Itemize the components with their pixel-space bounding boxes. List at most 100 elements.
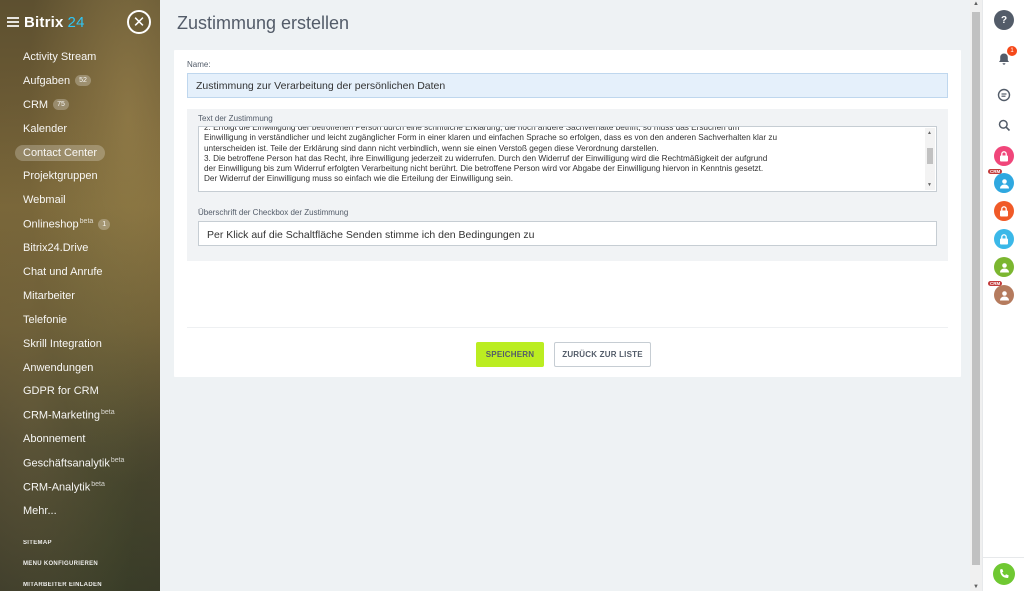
save-button[interactable]: SPEICHERN	[476, 342, 544, 367]
text-section: Text der Zustimmung 2. Erfolgt die Einwi…	[187, 109, 948, 261]
sidebar-item-label: GDPR for CRM	[23, 385, 99, 398]
sidebar-item[interactable]: CRM-Marketingbeta	[0, 403, 160, 427]
chat-button[interactable]	[994, 85, 1014, 105]
sidebar-item[interactable]: Bitrix24.Drive	[0, 236, 160, 260]
sidebar-item-wrapper: Contact Center	[15, 144, 105, 161]
crm-contact-brown-button[interactable]: CRM	[988, 281, 1014, 305]
sidebar-item[interactable]: Kalender	[0, 117, 160, 141]
sidebar-item-label: Webmail	[23, 194, 66, 207]
sidebar-item-label: Telefonie	[23, 313, 68, 326]
open-line-blue-button[interactable]	[994, 229, 1014, 249]
sidebar-item-wrapper: Bitrix24.Drive	[23, 242, 88, 254]
sidebar-item-label: Kalender	[23, 122, 68, 135]
textarea-scroll-thumb[interactable]	[927, 148, 933, 164]
sidebar-item-label: Abonnement	[23, 433, 86, 446]
sidebar-item[interactable]: Mitarbeiter	[0, 284, 160, 308]
sidebar-item-wrapper: Abonnement	[23, 433, 85, 445]
consent-text-area[interactable]: 2. Erfolgt die Einwilligung der betroffe…	[198, 126, 937, 192]
sidebar-item-wrapper: Projektgruppen	[23, 170, 98, 182]
sidebar-item-wrapper: Chat und Anrufe	[23, 266, 103, 278]
call-button[interactable]	[993, 563, 1015, 585]
user-icon	[999, 262, 1009, 272]
sidebar-item-label: Onlineshop	[23, 218, 79, 231]
close-icon: ✕	[132, 13, 146, 31]
configure-menu-link[interactable]: MENÜ KONFIGURIEREN	[23, 561, 98, 567]
user-green-button[interactable]	[994, 257, 1014, 277]
help-icon[interactable]: ?	[994, 10, 1014, 30]
open-line-orange-button[interactable]	[994, 201, 1014, 221]
scroll-up-icon[interactable]: ▲	[973, 1, 979, 7]
search-button[interactable]	[994, 115, 1014, 135]
sidebar-item[interactable]: Aufgaben 52	[0, 69, 160, 93]
sidebar-item[interactable]: Activity Stream	[0, 45, 160, 69]
sidebar-item-wrapper: CRM	[23, 99, 48, 111]
scroll-down-icon[interactable]: ▼	[927, 180, 932, 190]
sidebar-item[interactable]: GDPR for CRM	[0, 379, 160, 403]
sidebar-item[interactable]: Webmail	[0, 188, 160, 212]
crm-contact-blue-button[interactable]: CRM	[988, 169, 1014, 193]
sidebar-item[interactable]: Onlineshopbeta 1	[0, 212, 160, 236]
user-icon	[999, 290, 1009, 300]
consent-text-line: 2. Erfolgt die Einwilligung der betroffe…	[204, 126, 740, 132]
menu-burger-icon[interactable]	[7, 17, 19, 27]
consent-text-line: unterscheiden ist. Teile der Erklärung s…	[204, 143, 659, 153]
scroll-up-icon[interactable]: ▲	[927, 128, 932, 138]
sidebar-item[interactable]: Abonnement	[0, 427, 160, 451]
main-scrollbar[interactable]: ▲ ▼	[970, 0, 982, 591]
textarea-scrollbar[interactable]: ▲ ▼	[925, 128, 935, 190]
sidebar-item[interactable]: Geschäftsanalytikbeta	[0, 451, 160, 475]
sidebar-item-label: Geschäftsanalytik	[23, 457, 110, 470]
left-sidebar: Bitrix 24 Activity Stream Aufgaben 52 CRM 75 K…	[0, 0, 160, 591]
sidebar-menu: Activity Stream Aufgaben 52 CRM 75 Kalender Co…	[0, 45, 160, 523]
sidebar-item[interactable]: Contact Center	[0, 141, 160, 165]
sidebar-item[interactable]: Skrill Integration	[0, 332, 160, 356]
main-scroll-thumb[interactable]	[972, 12, 980, 565]
beta-label: beta	[79, 217, 94, 225]
main-content: Zustimmung erstellen Name: Zustimmung zu…	[160, 0, 972, 591]
sidebar-item-wrapper: Skrill Integration	[23, 338, 102, 350]
sidebar-item[interactable]: Projektgruppen	[0, 164, 160, 188]
sidebar-item-wrapper: Webmail	[23, 194, 66, 206]
consent-text-line: der Einwilligung bis zum Widerruf erfolg…	[204, 164, 764, 174]
logo-number: 24	[67, 13, 85, 31]
form-card: Name: Zustimmung zur Verarbeitung der pe…	[174, 50, 961, 377]
sidebar-item-label: Mitarbeiter	[23, 289, 75, 302]
sidebar-item-wrapper: Anwendungen	[23, 362, 93, 374]
sidebar-item-wrapper: CRM-Marketingbeta	[23, 409, 115, 422]
name-label: Name:	[187, 60, 211, 69]
sidebar-item-label: CRM	[23, 98, 49, 111]
sidebar-item-label: Mehr...	[23, 504, 57, 517]
beta-label: beta	[110, 456, 125, 464]
name-input[interactable]: Zustimmung zur Verarbeitung der persönli…	[187, 73, 948, 98]
back-to-list-button[interactable]: ZURÜCK ZUR LISTE	[554, 342, 651, 367]
sidebar-item[interactable]: Telefonie	[0, 308, 160, 332]
consent-text-line: Der Widerruf der Einwilligung muss so ei…	[204, 174, 513, 184]
invite-employees-link[interactable]: MITARBEITER EINLADEN	[23, 582, 102, 588]
sidebar-item[interactable]: CRM-Analytikbeta	[0, 475, 160, 499]
sitemap-link[interactable]: SITEMAP	[23, 540, 52, 546]
lock-icon	[1000, 233, 1008, 244]
beta-label: beta	[101, 408, 115, 416]
consent-text-content: 2. Erfolgt die Einwilligung der betroffe…	[204, 126, 922, 185]
sidebar-item-wrapper: Mehr...	[23, 505, 57, 517]
sidebar-item[interactable]: Anwendungen	[0, 356, 160, 380]
sidebar-item-label: Activity Stream	[23, 50, 97, 63]
scroll-down-icon[interactable]: ▼	[973, 584, 979, 590]
checkbox-caption-label: Überschrift der Checkbox der Zustimmung	[198, 208, 349, 217]
sidebar-item-label: CRM-Marketing	[23, 409, 101, 422]
crm-tag: CRM	[988, 281, 1003, 286]
sidebar-item[interactable]: Chat und Anrufe	[0, 260, 160, 284]
notification-count-badge: 1	[1007, 46, 1017, 56]
app-logo[interactable]: Bitrix 24	[24, 14, 85, 31]
sidebar-item-wrapper: GDPR for CRM	[23, 385, 99, 397]
search-icon	[998, 119, 1010, 131]
checkbox-caption-input[interactable]: Per Klick auf die Schaltfläche Senden st…	[198, 221, 937, 246]
notifications-button[interactable]: 1	[994, 46, 1017, 69]
sidebar-item[interactable]: Mehr...	[0, 499, 160, 523]
close-slider-button[interactable]: ✕	[127, 10, 151, 34]
open-line-pink-button[interactable]	[994, 146, 1014, 166]
sidebar-item-wrapper: Aufgaben	[23, 75, 70, 87]
consent-text-line: 3. Die betroffene Person hat das Recht, …	[204, 153, 768, 163]
sidebar-item-wrapper: Geschäftsanalytikbeta	[23, 457, 124, 470]
sidebar-item[interactable]: CRM 75	[0, 93, 160, 117]
